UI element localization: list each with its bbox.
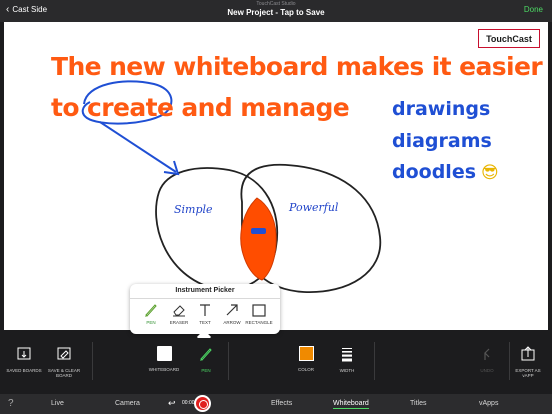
save-clear-board-button[interactable]: SAVE & CLEAR BOARD [44, 346, 84, 378]
undo-label: UNDO [480, 368, 494, 373]
picker-divider [130, 298, 280, 299]
text-icon [200, 304, 210, 316]
touchcast-logo: TouchCast [478, 29, 540, 48]
project-title[interactable]: New Project - Tap to Save [176, 7, 376, 18]
toolbar-separator [92, 342, 93, 380]
venn-label-simple: Simple [174, 203, 213, 216]
record-timer: 00:00 [182, 400, 195, 406]
pen-icon [145, 304, 157, 317]
pen-icon [200, 348, 212, 361]
tab-whiteboard[interactable]: Whiteboard [333, 400, 369, 409]
save-clear-label: SAVE & CLEAR BOARD [48, 368, 80, 378]
sunglasses-emoji-icon: 😎 [481, 163, 499, 183]
picker-title: Instrument Picker [175, 287, 235, 294]
side-word-doodles-text: doodles [392, 161, 477, 183]
arrow-annotation [99, 121, 177, 173]
side-word-diagrams: diagrams [392, 130, 492, 152]
undo-icon [484, 348, 490, 360]
touchcast-app: ‹ Cast Side TouchCast Studio New Project… [0, 0, 552, 414]
title-area[interactable]: TouchCast Studio New Project - Tap to Sa… [176, 1, 376, 18]
rectangle-icon [252, 304, 266, 317]
save-clear-label-line-2: BOARD [55, 373, 72, 378]
record-button[interactable] [194, 395, 211, 412]
saved-boards-button[interactable]: SAVED BOARDS [4, 346, 44, 373]
export-icon [521, 346, 535, 361]
rewind-icon[interactable]: ↩ [168, 398, 176, 409]
export-label-line-2: vAPP [522, 373, 534, 378]
headline-line-2: to create and manage [51, 93, 350, 122]
tool-rectangle[interactable]: RECTANGLE [245, 302, 273, 330]
instrument-picker: Instrument Picker PEN ERASER TEXT ARROW … [130, 284, 280, 345]
tool-label: TEXT [199, 320, 211, 325]
toolbar-separator [228, 342, 229, 380]
whiteboard-swatch-icon [156, 346, 172, 361]
chevron-left-icon: ‹ [6, 3, 10, 15]
color-label: COLOR [297, 367, 314, 372]
tool-arrow[interactable]: ARROW [220, 302, 244, 330]
venn-label-powerful: Powerful [289, 201, 339, 214]
arrow-icon [226, 304, 238, 316]
side-word-doodles: doodles 😎 [392, 161, 499, 183]
tab-vapps[interactable]: vApps [479, 400, 498, 407]
color-button[interactable]: COLOR [286, 346, 326, 372]
tab-live[interactable]: Live [51, 400, 64, 407]
eraser-icon [173, 305, 185, 317]
tab-titles[interactable]: Titles [410, 400, 426, 407]
export-label: EXPORT AS vAPP [515, 368, 540, 378]
help-button[interactable]: ? [8, 398, 14, 409]
headline-line-1: The new whiteboard makes it easier [51, 52, 543, 81]
tool-eraser[interactable]: ERASER [167, 302, 191, 330]
color-swatch-icon [298, 346, 314, 361]
back-button[interactable]: ‹ Cast Side [6, 3, 48, 15]
tab-effects[interactable]: Effects [271, 400, 292, 407]
tab-camera[interactable]: Camera [115, 400, 140, 407]
tool-pen[interactable]: PEN [139, 302, 163, 330]
whiteboard-toolbar: SAVED BOARDS SAVE & CLEAR BOARD WHITEBOAR… [0, 338, 552, 390]
whiteboard-button[interactable]: WHITEBOARD [144, 346, 184, 372]
top-bar: ‹ Cast Side TouchCast Studio New Project… [0, 0, 552, 22]
toolbar-separator [374, 342, 375, 380]
back-label: Cast Side [12, 5, 48, 14]
tool-text[interactable]: TEXT [193, 302, 217, 330]
tool-label: RECTANGLE [245, 320, 273, 325]
tool-label: ERASER [169, 320, 189, 325]
line-width-icon [342, 348, 352, 362]
intersection-marker [251, 228, 266, 234]
save-clear-icon [57, 347, 71, 360]
undo-button[interactable]: UNDO [467, 346, 507, 373]
tool-label: PEN [146, 320, 156, 325]
done-button[interactable]: Done [524, 5, 543, 14]
pen-button[interactable]: PEN [186, 346, 226, 373]
whiteboard-label: WHITEBOARD [148, 367, 180, 372]
saved-boards-label: SAVED BOARDS [6, 368, 42, 373]
width-button[interactable]: WIDTH [327, 346, 367, 373]
venn-intersection [240, 197, 277, 281]
width-label: WIDTH [339, 368, 355, 373]
pen-label: PEN [201, 368, 211, 373]
export-vapp-button[interactable]: EXPORT AS vAPP [508, 346, 548, 378]
tool-label: ARROW [223, 320, 241, 325]
side-word-drawings: drawings [392, 98, 491, 120]
bottom-tab-bar: ? Live Camera ↩ 00:00 Effects Whiteboard… [0, 394, 552, 414]
saved-boards-icon [17, 347, 31, 360]
